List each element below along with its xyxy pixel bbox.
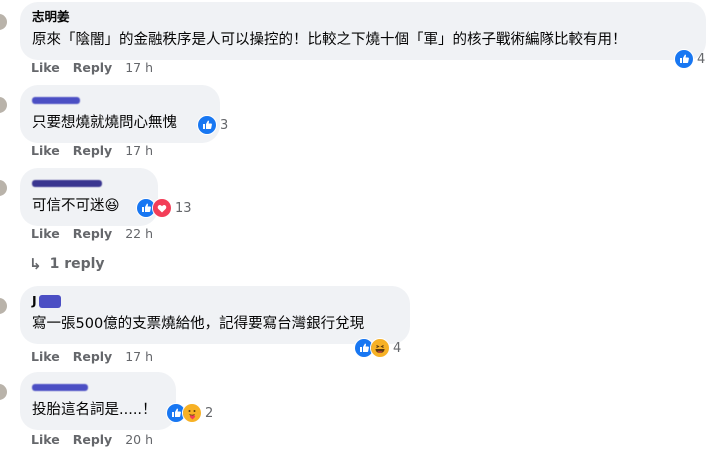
timestamp[interactable]: 17 h bbox=[125, 143, 153, 158]
reply-button[interactable]: Reply bbox=[73, 226, 112, 241]
redacted-name bbox=[38, 295, 61, 308]
comment-actions: Like Reply 17 h bbox=[31, 143, 153, 158]
like-button[interactable]: Like bbox=[31, 349, 60, 364]
like-button[interactable]: Like bbox=[31, 143, 60, 158]
comment-author[interactable]: 志明姜 bbox=[32, 9, 694, 25]
comment-text: 可信不可迷😆 bbox=[32, 198, 120, 214]
comment-bubble: 投胎這名詞是.....！ bbox=[20, 372, 176, 430]
haha-icon bbox=[370, 338, 390, 358]
reply-button[interactable]: Reply bbox=[73, 349, 112, 364]
redacted-name bbox=[32, 384, 88, 391]
comment-text: 寫一張500億的支票燒給他，記得要寫台灣銀行兌現 bbox=[32, 316, 365, 332]
comment-author[interactable] bbox=[32, 92, 208, 108]
comment-actions: Like Reply 22 h bbox=[31, 226, 153, 241]
timestamp[interactable]: 17 h bbox=[125, 349, 153, 364]
timestamp[interactable]: 17 h bbox=[125, 60, 153, 75]
avatar[interactable] bbox=[0, 97, 7, 113]
comment-author[interactable] bbox=[32, 379, 164, 395]
avatar[interactable] bbox=[0, 14, 7, 30]
redacted-name bbox=[32, 97, 80, 104]
timestamp[interactable]: 20 h bbox=[125, 432, 153, 447]
like-button[interactable]: Like bbox=[31, 432, 60, 447]
avatar[interactable] bbox=[0, 180, 7, 196]
reply-button[interactable]: Reply bbox=[73, 432, 112, 447]
comment-author[interactable] bbox=[32, 175, 146, 191]
reaction-summary[interactable]: 2 bbox=[166, 403, 213, 423]
reaction-count: 13 bbox=[175, 200, 192, 216]
comment-text: 投胎這名詞是.....！ bbox=[32, 402, 157, 418]
comment-author[interactable]: J bbox=[32, 293, 398, 309]
like-icon bbox=[674, 49, 694, 69]
timestamp[interactable]: 22 h bbox=[125, 226, 153, 241]
reaction-summary[interactable]: 13 bbox=[136, 198, 192, 218]
redacted-name bbox=[32, 180, 102, 187]
comment-bubble: 志明姜 原來「陰闇」的金融秩序是人可以操控的！比較之下燒十個「軍」的核子戰術編隊… bbox=[20, 2, 706, 60]
reaction-count: 3 bbox=[220, 117, 229, 133]
replies-count-label: 1 reply bbox=[49, 256, 105, 272]
comment-bubble: 只要想燒就燒問心無愧 bbox=[20, 85, 220, 143]
reaction-count: 4 bbox=[393, 340, 402, 356]
comment-bubble: J 寫一張500億的支票燒給他，記得要寫台灣銀行兌現 bbox=[20, 286, 410, 344]
comment-actions: Like Reply 17 h bbox=[31, 349, 153, 364]
reaction-summary[interactable]: 3 bbox=[197, 115, 228, 135]
reaction-summary[interactable]: 4 bbox=[674, 49, 705, 69]
like-button[interactable]: Like bbox=[31, 60, 60, 75]
view-replies-link[interactable]: ↳ 1 reply bbox=[29, 255, 105, 273]
comment-actions: Like Reply 20 h bbox=[31, 432, 153, 447]
reaction-count: 4 bbox=[697, 51, 706, 67]
comment-actions: Like Reply 17 h bbox=[31, 60, 153, 75]
reply-button[interactable]: Reply bbox=[73, 60, 112, 75]
care-icon bbox=[182, 403, 202, 423]
comment-text: 只要想燒就燒問心無愧 bbox=[32, 115, 177, 131]
like-button[interactable]: Like bbox=[31, 226, 60, 241]
reaction-summary[interactable]: 4 bbox=[354, 338, 401, 358]
avatar[interactable] bbox=[0, 384, 7, 400]
comment-text: 原來「陰闇」的金融秩序是人可以操控的！比較之下燒十個「軍」的核子戰術編隊比較有用… bbox=[32, 32, 627, 48]
like-icon bbox=[197, 115, 217, 135]
love-icon bbox=[152, 198, 172, 218]
reply-arrow-icon: ↳ bbox=[29, 255, 42, 273]
reply-button[interactable]: Reply bbox=[73, 143, 112, 158]
avatar[interactable] bbox=[0, 298, 7, 314]
reaction-count: 2 bbox=[205, 405, 214, 421]
